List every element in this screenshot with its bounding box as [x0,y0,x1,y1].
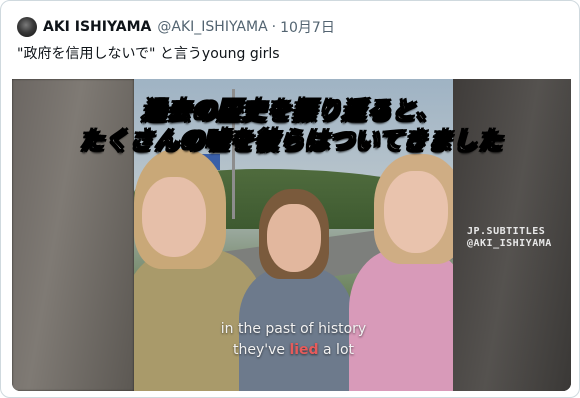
subtitle-en-line2: they've lied a lot [134,342,453,358]
separator-dot: · [271,19,277,35]
tweet-date[interactable]: 10月7日 [280,17,335,37]
person-left-face [142,177,206,257]
video-player[interactable]: 過去の歴史を振り返ると、 たくさんの嘘を彼らはついてきました in the pa… [12,79,571,391]
watermark-line2: @AKI_ISHIYAMA [467,238,552,249]
tweet-text: "政府を信用しないで" と言うyoung girls [17,46,280,62]
tweet-card[interactable]: AKI ISHIYAMA @AKI_ISHIYAMA · 10月7日 "政府を信… [0,0,580,398]
tweet-header: AKI ISHIYAMA @AKI_ISHIYAMA · 10月7日 [17,16,335,38]
subtitle-en-line2-post: a lot [318,342,355,358]
subtitle-en-line2-pre: they've [232,342,290,358]
watermark: JP.SUBTITLES @AKI_ISHIYAMA [467,226,552,250]
person-right-body [349,249,453,391]
subtitle-en-line1: in the past of history [220,321,367,337]
subtitle-jp-line2: たくさんの嘘を彼らはついてきました [79,126,504,155]
person-center-face [267,204,321,272]
author-handle[interactable]: @AKI_ISHIYAMA [157,19,267,35]
avatar[interactable] [17,17,37,37]
person-right-face [384,171,448,253]
subtitle-en-highlight: lied [289,342,319,358]
watermark-line1: JP.SUBTITLES [467,226,546,237]
author-name[interactable]: AKI ISHIYAMA [43,19,151,35]
